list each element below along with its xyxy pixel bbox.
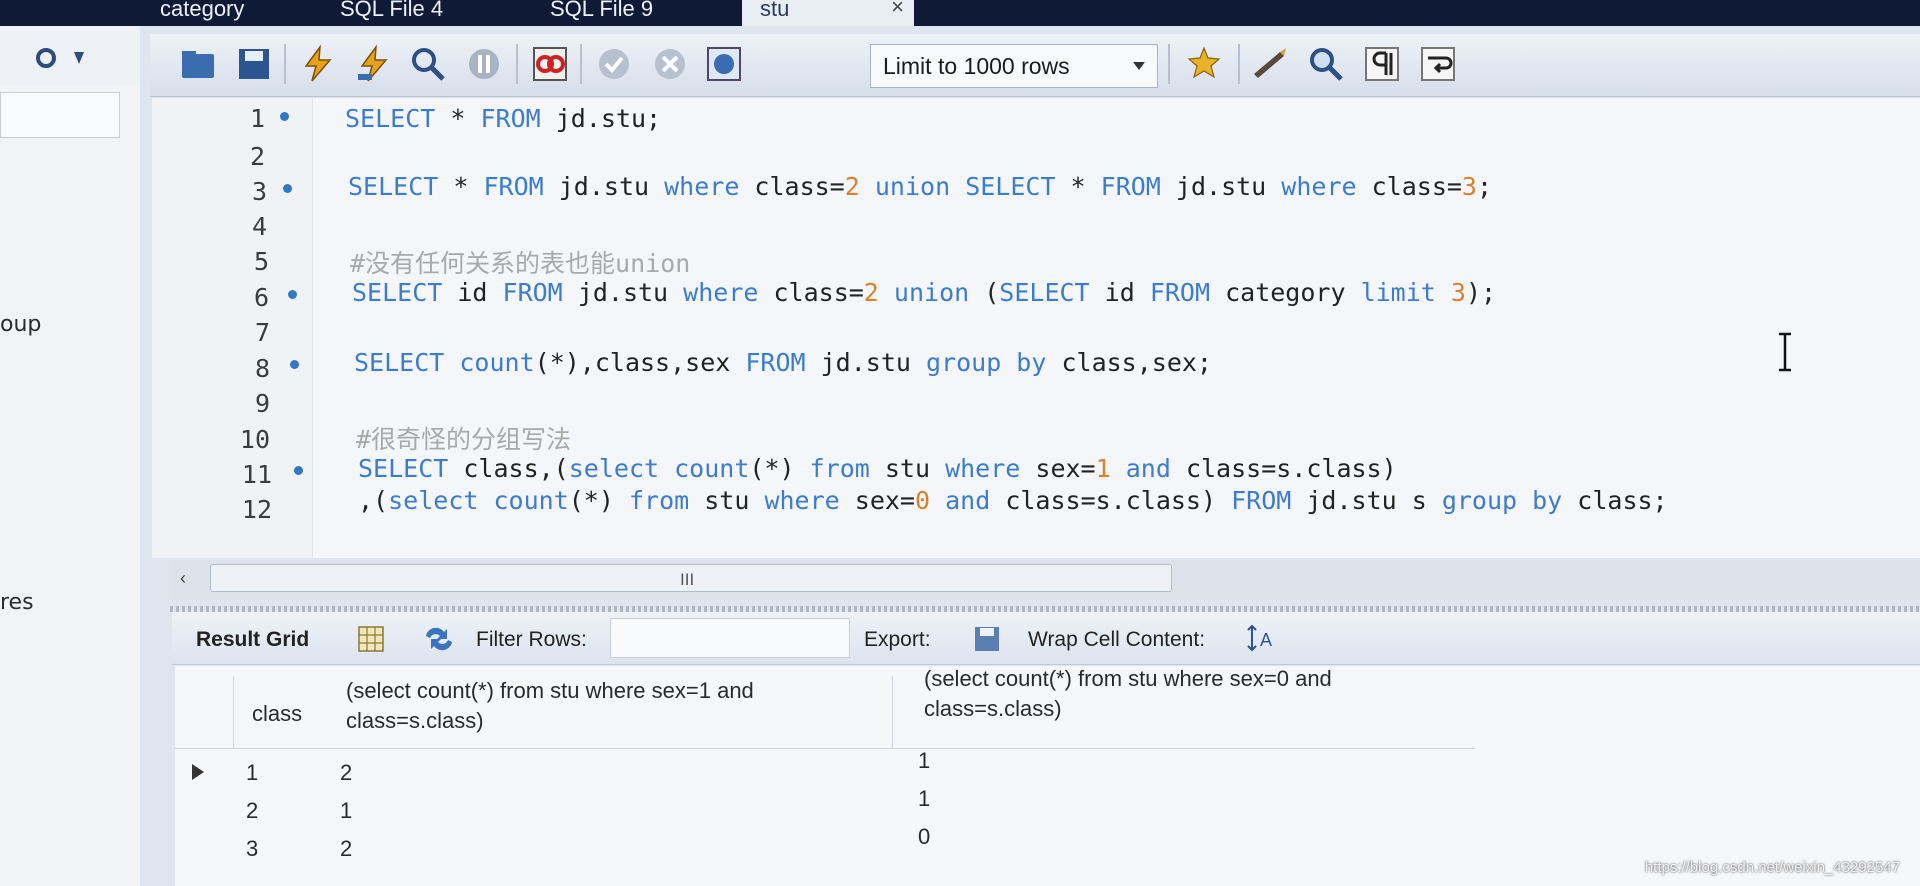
open-folder-icon[interactable] xyxy=(178,44,218,84)
svg-text:A: A xyxy=(1260,630,1272,650)
wrap-icon[interactable] xyxy=(1418,44,1458,84)
export-save-icon[interactable] xyxy=(972,624,1002,654)
rollback-icon[interactable] xyxy=(650,44,690,84)
code-line-12[interactable]: ,(select count(*) from stu where sex=0 a… xyxy=(358,486,1668,515)
tab-bar: category SQL File 4 SQL File 9 stu × xyxy=(0,0,1920,26)
scroll-grip-icon: III xyxy=(680,570,695,589)
code-line-10-comment[interactable]: #很奇怪的分组写法 xyxy=(356,420,571,456)
statement-marker-dot xyxy=(288,290,297,299)
grid-cell[interactable]: 1 xyxy=(918,748,930,774)
horizontal-scrollbar[interactable]: ‹ III xyxy=(170,560,1920,600)
stop-icon[interactable] xyxy=(464,44,504,84)
line-number: 7 xyxy=(254,318,270,347)
line-number: 8 xyxy=(254,354,270,383)
watermark-text: https://blog.csdn.net/weixin_43292547 xyxy=(1644,859,1900,876)
line-number: 9 xyxy=(254,389,270,418)
header-text-line: (select count(*) from stu where sex=1 an… xyxy=(346,678,754,703)
tab-stu[interactable]: stu × xyxy=(742,0,914,26)
code-line-5-comment[interactable]: #没有任何关系的表也能union xyxy=(350,244,690,280)
tab-sql-file-9[interactable]: SQL File 9 xyxy=(550,0,653,26)
refresh-icon[interactable] xyxy=(34,46,94,70)
panel-label-group: oup xyxy=(0,312,42,337)
navigator-search-input[interactable] xyxy=(0,92,120,138)
line-number: 4 xyxy=(251,212,267,241)
statement-marker-dot xyxy=(283,184,292,193)
limit-rows-value: Limit to 1000 rows xyxy=(883,53,1070,79)
commit-icon[interactable] xyxy=(594,44,634,84)
result-grid-tab[interactable]: Result Grid xyxy=(196,628,309,652)
save-icon[interactable] xyxy=(234,44,274,84)
column-header-class[interactable]: class xyxy=(252,699,302,729)
grid-cell[interactable]: 3 xyxy=(246,836,258,862)
grid-view-icon[interactable] xyxy=(356,624,386,654)
tab-label: stu xyxy=(760,0,790,21)
filter-rows-label: Filter Rows: xyxy=(476,628,587,651)
result-toolbar: Result Grid Filter Rows: Export: Wrap Ce… xyxy=(172,612,1920,665)
tab-category[interactable]: category xyxy=(160,0,244,26)
header-text-line: class=s.class) xyxy=(346,708,484,733)
navigator-header xyxy=(0,26,140,86)
export-label: Export: xyxy=(864,628,931,651)
grid-cell[interactable]: 1 xyxy=(918,786,930,812)
wrap-cell-toggle-icon[interactable]: A xyxy=(1246,622,1276,654)
line-number: 11 xyxy=(241,460,272,489)
line-number: 2 xyxy=(249,142,265,171)
code-line-8[interactable]: SELECT count(*),class,sex FROM jd.stu gr… xyxy=(354,348,1212,377)
code-line-1[interactable]: SELECT * FROM jd.stu; xyxy=(345,104,661,133)
line-number: 6 xyxy=(253,283,269,312)
beautify-icon[interactable] xyxy=(1250,44,1290,84)
statement-marker-dot xyxy=(280,112,289,121)
panel-label-procedures: res xyxy=(0,590,34,615)
tab-label: SQL File 9 xyxy=(550,0,654,21)
line-number: 10 xyxy=(239,425,270,454)
explain-icon[interactable] xyxy=(408,44,448,84)
execute-icon[interactable] xyxy=(298,44,338,84)
grid-cell[interactable]: 1 xyxy=(246,760,258,786)
header-text-line: class=s.class) xyxy=(924,696,1062,721)
execute-current-icon[interactable] xyxy=(354,44,394,84)
tab-label: category xyxy=(160,0,245,21)
line-number: 12 xyxy=(241,495,272,524)
bookmark-icon[interactable] xyxy=(1186,44,1226,84)
grid-cell[interactable]: 2 xyxy=(246,798,258,824)
close-icon[interactable]: × xyxy=(891,0,904,18)
grid-cell[interactable]: 2 xyxy=(340,760,352,786)
invisible-chars-icon[interactable] xyxy=(1362,44,1402,84)
limit-rows-select[interactable]: Limit to 1000 rows xyxy=(870,44,1158,88)
header-text-line: (select count(*) from stu where sex=0 an… xyxy=(924,666,1332,691)
current-row-marker-icon xyxy=(192,764,204,780)
code-line-6[interactable]: SELECT id FROM jd.stu where class=2 unio… xyxy=(352,278,1496,307)
column-header-sex0-count[interactable]: (select count(*) from stu where sex=0 an… xyxy=(924,664,1332,724)
line-number: 5 xyxy=(253,247,269,276)
toggle-results-icon[interactable] xyxy=(530,44,570,84)
find-icon[interactable] xyxy=(1306,44,1346,84)
line-number: 3 xyxy=(251,177,267,206)
refresh-rows-icon[interactable] xyxy=(422,624,456,654)
scroll-left-icon[interactable]: ‹ xyxy=(180,568,186,589)
column-header-sex1-count[interactable]: (select count(*) from stu where sex=1 an… xyxy=(346,676,754,736)
code-line-3[interactable]: SELECT * FROM jd.stu where class=2 union… xyxy=(348,172,1492,201)
navigator-panel: oup res xyxy=(0,26,142,886)
statement-marker-dot xyxy=(290,360,299,369)
wrap-cell-content-label: Wrap Cell Content: xyxy=(1028,628,1206,651)
filter-rows-input[interactable] xyxy=(610,618,850,658)
grid-cell[interactable]: 0 xyxy=(918,824,930,850)
tab-sql-file-4[interactable]: SQL File 4 xyxy=(340,0,443,26)
code-line-11[interactable]: SELECT class,(select count(*) from stu w… xyxy=(358,454,1397,483)
grid-cell[interactable]: 2 xyxy=(340,836,352,862)
tab-label: SQL File 4 xyxy=(340,0,444,21)
line-number: 1 xyxy=(249,104,265,133)
statement-marker-dot xyxy=(294,466,303,475)
chevron-down-icon xyxy=(1133,62,1145,70)
text-cursor-icon xyxy=(1779,332,1791,372)
autocommit-icon[interactable] xyxy=(704,44,744,84)
grid-cell[interactable]: 1 xyxy=(340,798,352,824)
